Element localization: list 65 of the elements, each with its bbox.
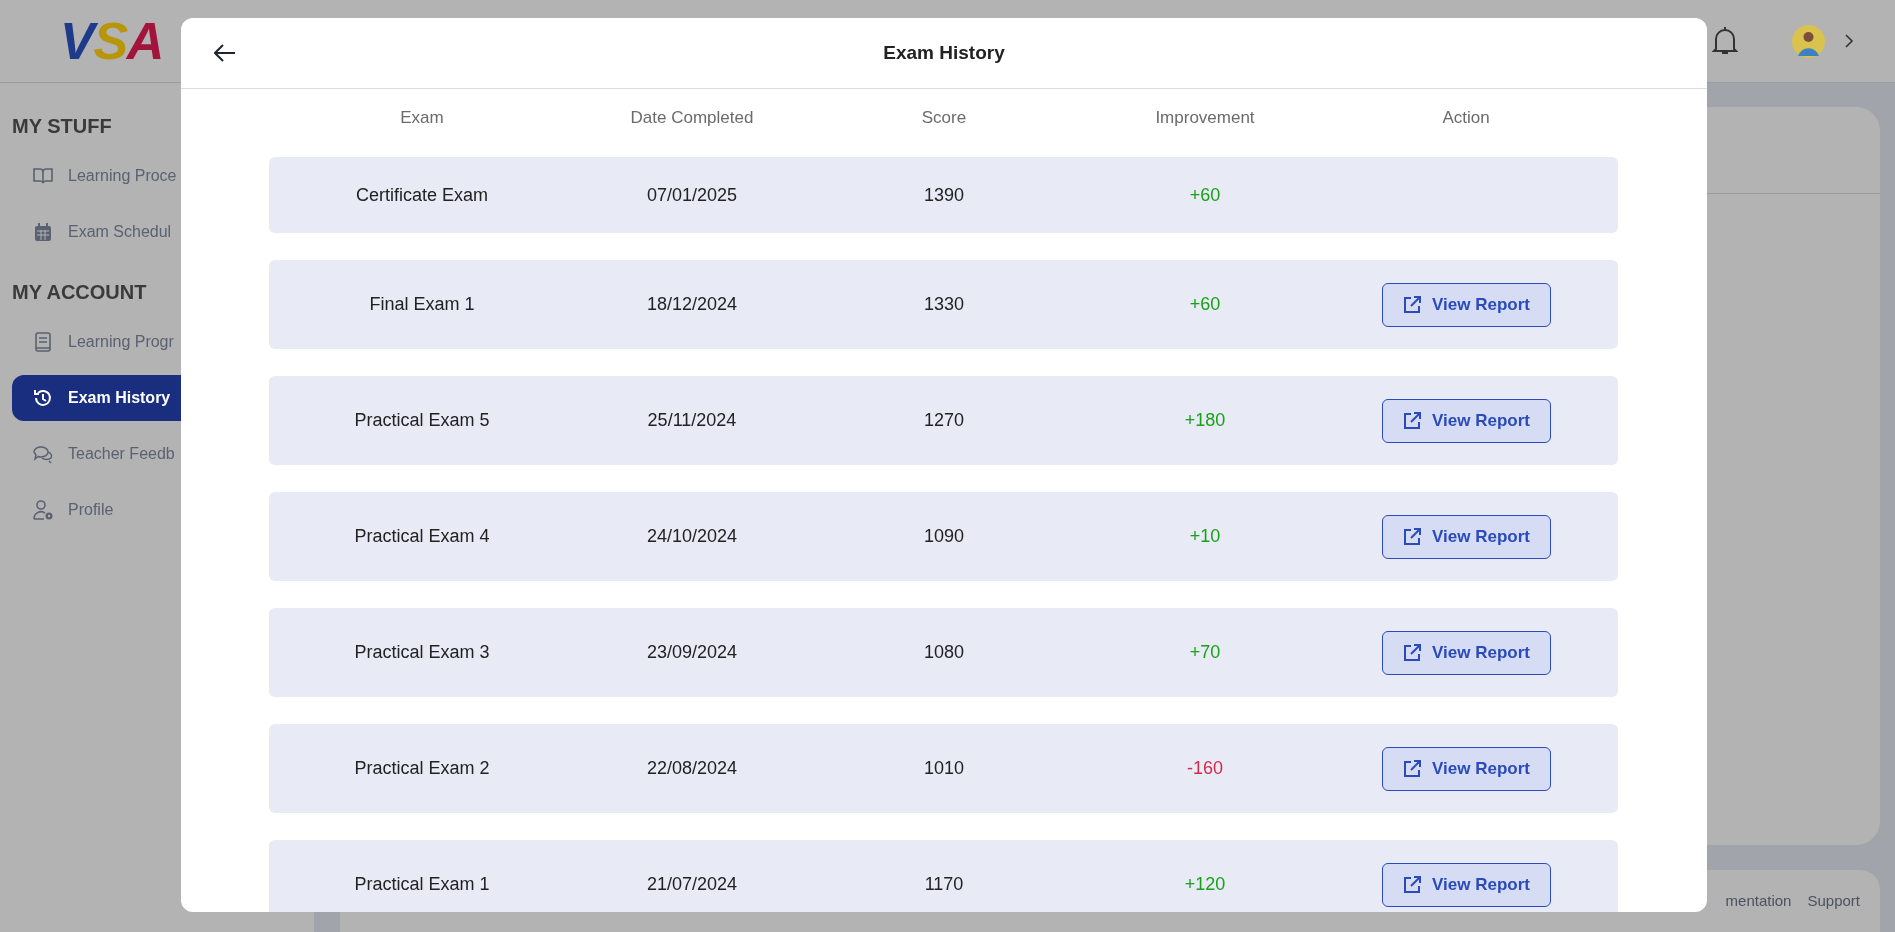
view-report-button[interactable]: View Report xyxy=(1381,746,1551,791)
table-cell-text: 25/11/2024 xyxy=(646,409,738,432)
table-cell-text: 18/12/2024 xyxy=(645,293,739,316)
table-cell-text: Final Exam 1 xyxy=(368,293,476,316)
improvement-value: +60 xyxy=(1188,183,1222,207)
table-cell-text: 1010 xyxy=(922,757,965,780)
chat-bubbles-icon xyxy=(32,443,54,465)
improvement-value: +10 xyxy=(1188,525,1222,548)
section-heading: MY ACCOUNT xyxy=(12,280,148,305)
avatar-icon[interactable] xyxy=(1792,24,1825,58)
table-cell-text: Practical Exam 2 xyxy=(353,757,491,780)
external-link-icon xyxy=(1402,874,1423,895)
sidebar-item[interactable]: Learning Progr xyxy=(12,319,314,365)
table-cell-text: 1330 xyxy=(922,293,965,316)
back-arrow-icon[interactable] xyxy=(214,44,236,62)
bell-icon[interactable] xyxy=(1712,26,1738,56)
table-cell-text: 24/10/2024 xyxy=(645,525,739,548)
improvement-value: +70 xyxy=(1188,641,1222,664)
sidebar-item[interactable]: Exam Schedul xyxy=(12,209,314,255)
view-report-button[interactable]: View Report xyxy=(1381,398,1551,443)
table-cell-text: 23/09/2024 xyxy=(645,641,739,664)
external-link-icon xyxy=(1402,294,1423,315)
table-cell-text: 1170 xyxy=(923,873,965,896)
logo: VSA xyxy=(60,15,164,67)
column-header: Improvement xyxy=(1154,106,1256,129)
column-header: Exam xyxy=(399,106,445,129)
improvement-value: +180 xyxy=(1183,409,1227,432)
table-cell-text: 1090 xyxy=(922,525,965,548)
external-link-icon xyxy=(1402,410,1423,431)
table-cell-text: Practical Exam 5 xyxy=(353,409,491,432)
notebook-icon xyxy=(32,331,54,353)
user-gear-icon xyxy=(32,499,54,521)
column-header: Date Completed xyxy=(629,106,755,129)
section-heading: MY STUFF xyxy=(12,114,113,139)
table-cell-text: 1390 xyxy=(922,183,965,207)
column-header: Score xyxy=(920,106,968,129)
history-icon xyxy=(32,387,54,409)
table-cell-text: 1080 xyxy=(922,641,965,664)
table-cell-text: Practical Exam 1 xyxy=(353,873,491,896)
sidebar-item[interactable]: Teacher Feedb xyxy=(12,431,314,477)
view-report-button[interactable]: View Report xyxy=(1381,514,1551,559)
dialog-title: Exam History xyxy=(883,40,1005,65)
chevron-right-icon[interactable] xyxy=(1845,34,1854,48)
table-cell-text: 21/07/2024 xyxy=(645,873,739,896)
table-cell-text: Certificate Exam xyxy=(354,183,489,207)
external-link-icon xyxy=(1402,758,1423,779)
table-cell-text: 1270 xyxy=(922,409,965,432)
view-report-button[interactable]: View Report xyxy=(1381,862,1551,907)
footer-link[interactable]: Support xyxy=(1807,889,1860,913)
calendar-icon xyxy=(32,221,54,243)
view-report-button[interactable]: View Report xyxy=(1381,630,1551,675)
footer-link[interactable]: mentation xyxy=(1725,889,1792,913)
improvement-value: +120 xyxy=(1183,873,1227,896)
external-link-icon xyxy=(1402,642,1423,663)
view-report-button[interactable]: View Report xyxy=(1381,282,1551,327)
table-cell-text: Practical Exam 4 xyxy=(353,525,491,548)
improvement-value: -160 xyxy=(1186,757,1224,780)
column-header: Action xyxy=(1441,106,1491,129)
table-cell-text: 07/01/2025 xyxy=(645,183,739,207)
improvement-value: +60 xyxy=(1188,293,1222,316)
table-cell-text: Practical Exam 3 xyxy=(353,641,491,664)
sidebar-item[interactable]: Profile xyxy=(12,487,314,533)
table-cell-text: 22/08/2024 xyxy=(645,757,739,780)
sidebar-item[interactable]: Learning Proce xyxy=(12,153,314,199)
external-link-icon xyxy=(1402,526,1423,547)
